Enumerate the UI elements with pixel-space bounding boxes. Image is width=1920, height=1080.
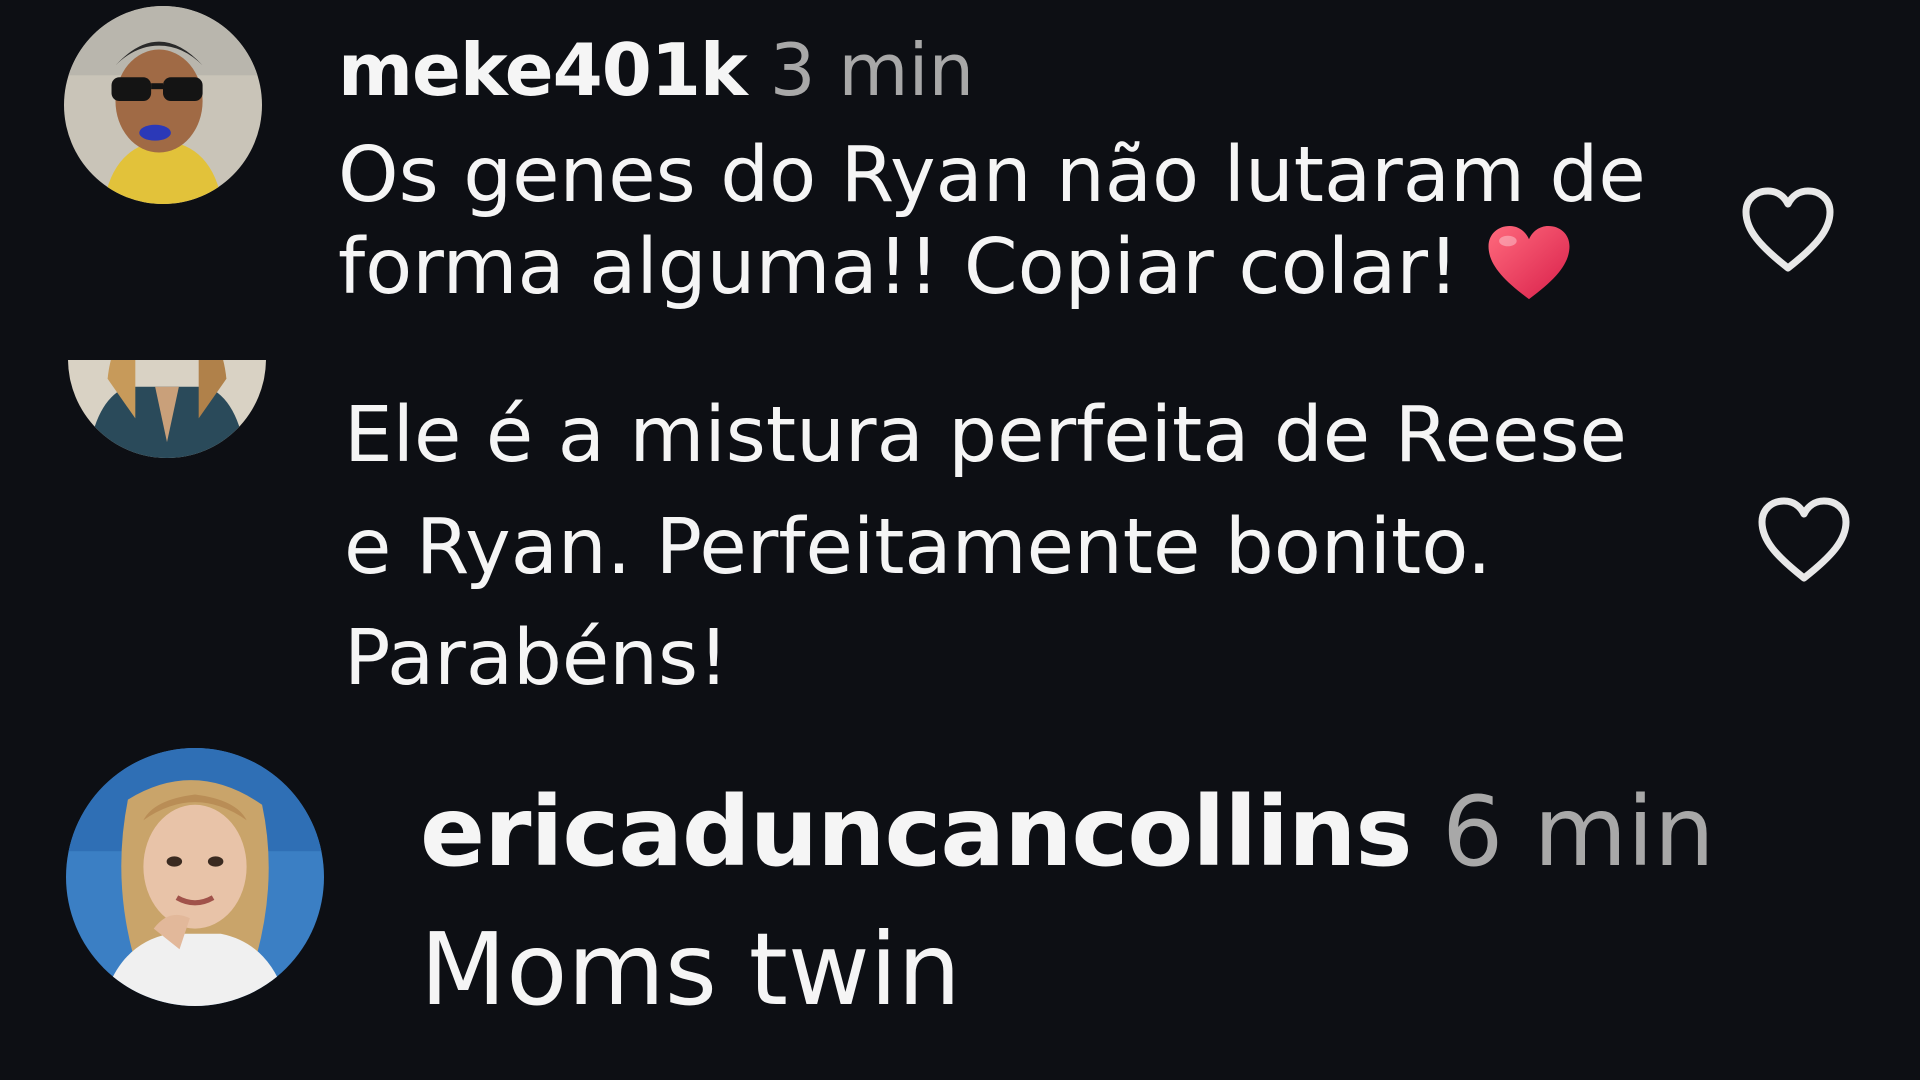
comment-header: ericaduncancollins 6 min <box>420 784 1715 880</box>
comment-text-content: Os genes do Ryan não lutaram de forma al… <box>338 131 1646 313</box>
avatar-container <box>64 360 274 460</box>
red-heart-emoji-icon <box>1485 223 1573 303</box>
comment-timestamp[interactable]: 3 min <box>770 28 974 112</box>
comment-header: meke401k 3 min <box>338 34 974 106</box>
comment-timestamp[interactable]: 6 min <box>1442 776 1715 888</box>
username-link[interactable]: ericaduncancollins <box>420 776 1413 888</box>
like-heart-icon[interactable] <box>1754 494 1854 586</box>
username-link[interactable]: meke401k <box>338 28 748 112</box>
like-heart-icon[interactable] <box>1738 184 1838 276</box>
comment-text: Moms twin <box>420 911 961 1028</box>
comment-text: Os genes do Ryan não lutaram de forma al… <box>338 130 1678 315</box>
avatar[interactable] <box>66 748 324 1006</box>
avatar[interactable] <box>64 6 262 204</box>
avatar[interactable] <box>68 360 266 458</box>
comment-text: Ele é a mistura perfeita de Reese e Ryan… <box>344 391 1627 704</box>
